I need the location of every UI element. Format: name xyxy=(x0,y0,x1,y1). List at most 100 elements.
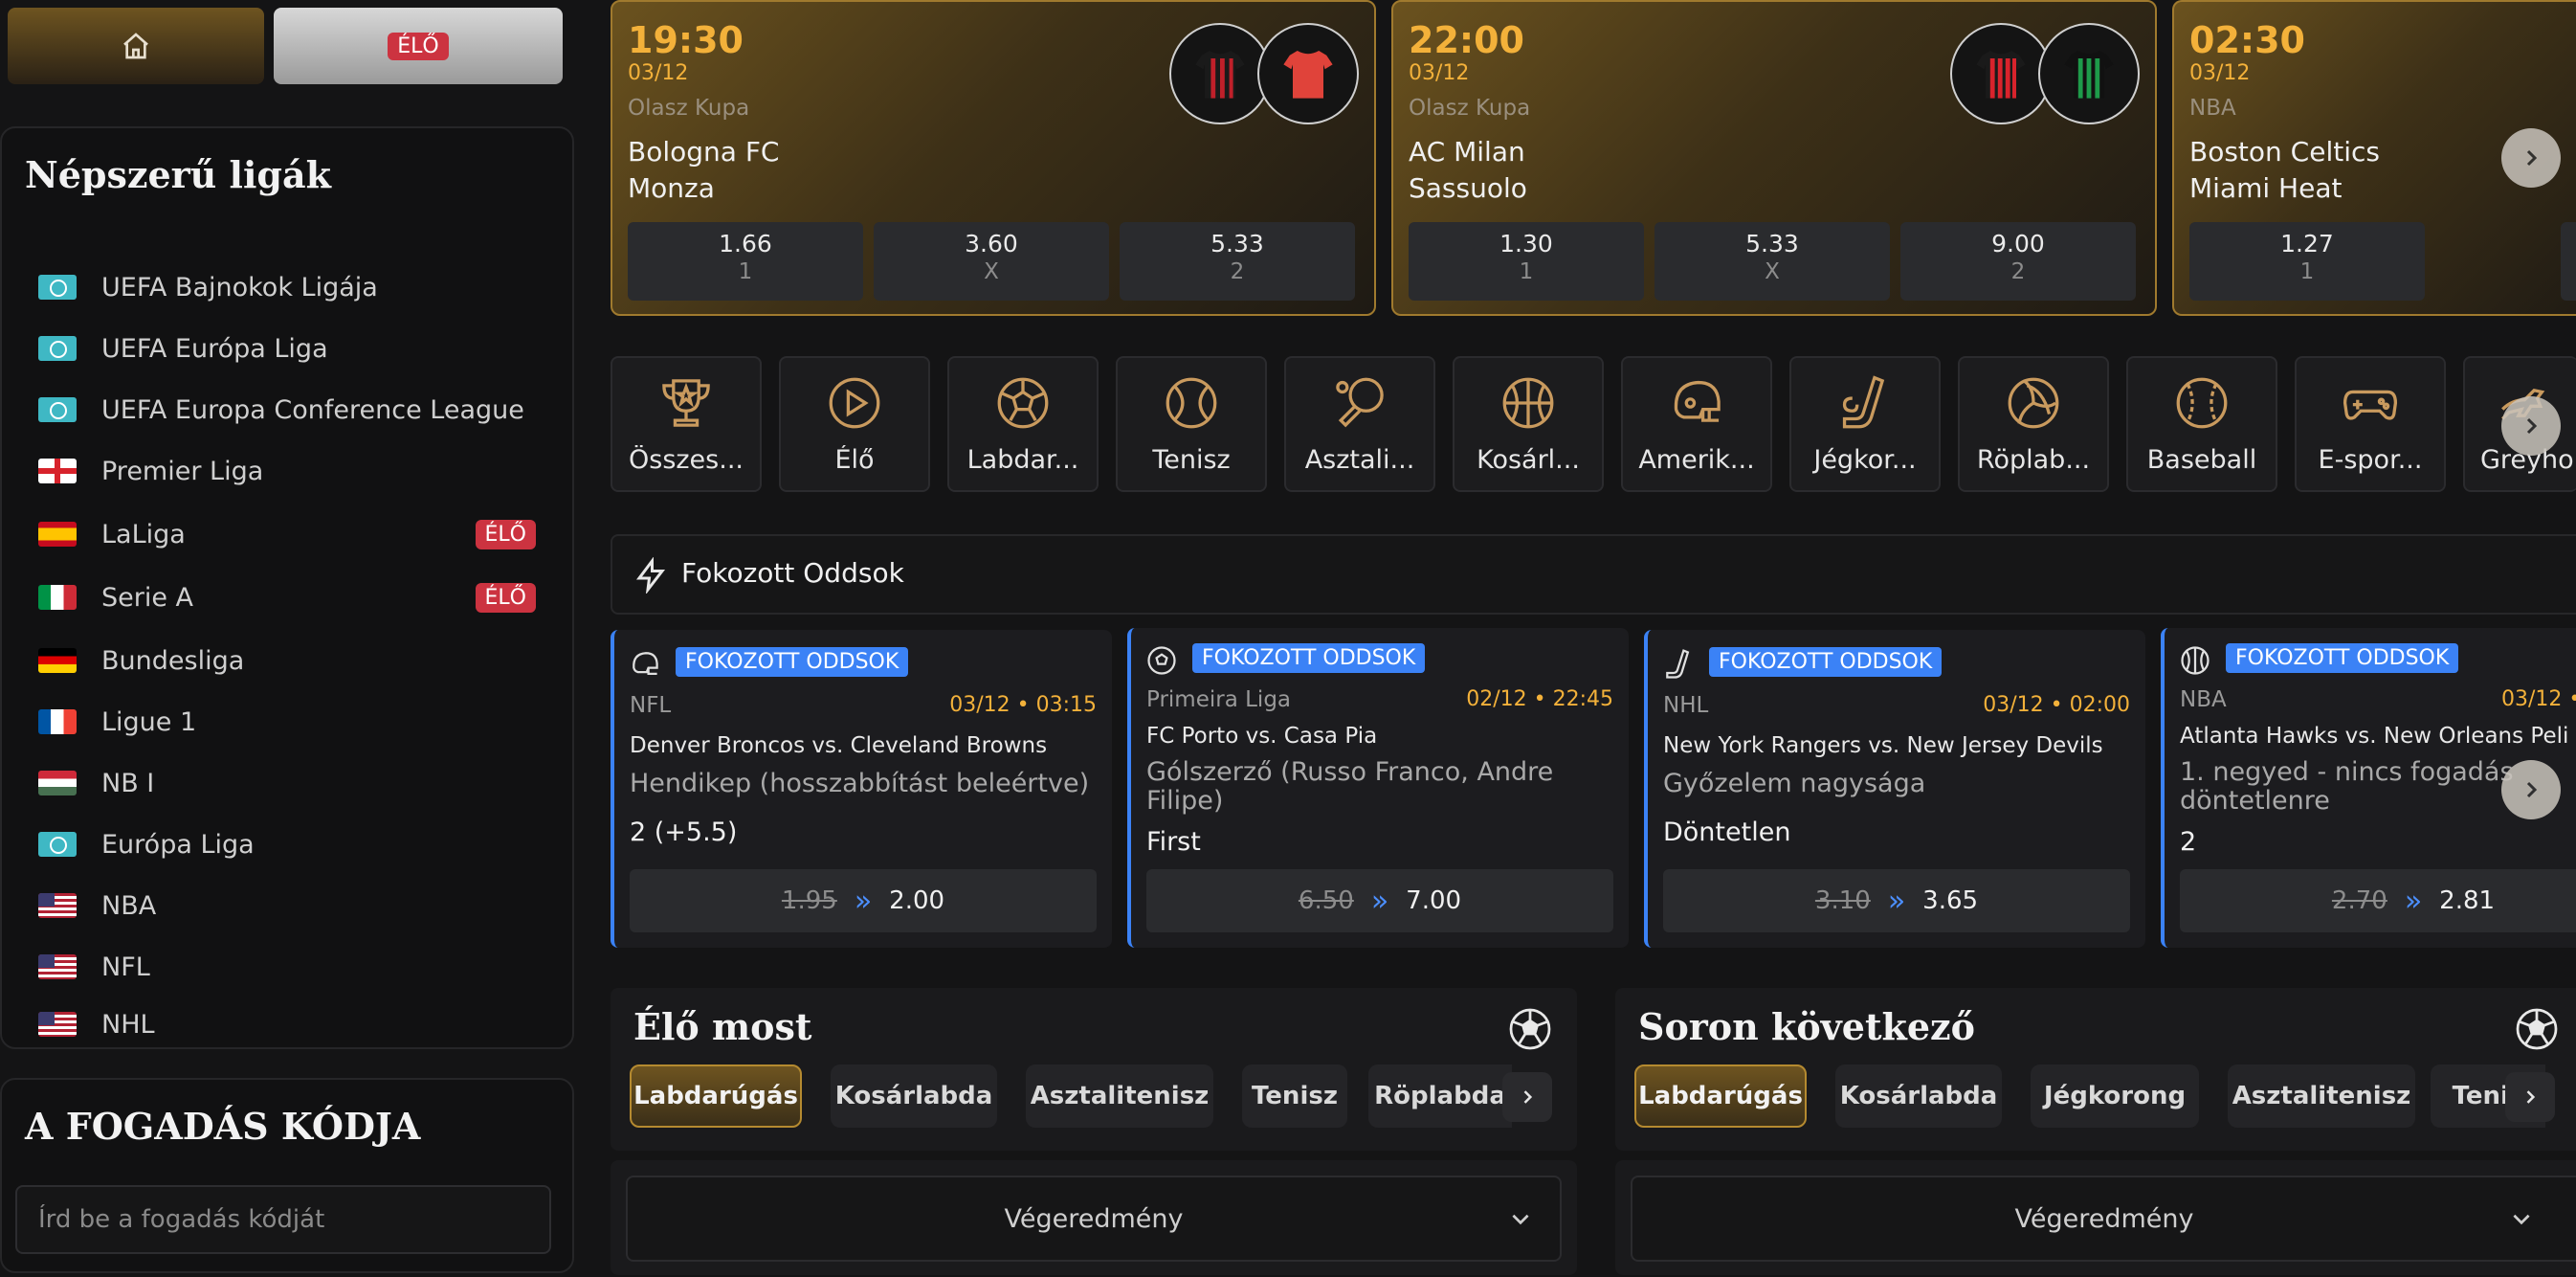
next-tabs-button[interactable] xyxy=(1502,1072,1552,1122)
chevron-down-icon xyxy=(1512,1214,1529,1225)
sport-tile-tennis[interactable]: Tenisz xyxy=(1116,356,1267,492)
old-odds: 2.70 xyxy=(2331,886,2387,915)
league-item[interactable]: Bundesliga xyxy=(38,634,536,687)
league-item[interactable]: NBA xyxy=(38,879,536,932)
spain-flag-icon xyxy=(38,522,77,547)
boosted-match: FC Porto vs. Casa Pia xyxy=(1146,724,1378,749)
football-helmet-icon xyxy=(1674,380,1721,422)
next-sports-button[interactable] xyxy=(2501,396,2561,456)
tab-table-tennis[interactable]: Asztalitenisz xyxy=(1026,1064,1213,1128)
odd-button-home[interactable]: 1.27 1 xyxy=(2189,222,2425,301)
sport-label: Élő xyxy=(834,445,875,475)
match-time: 19:30 xyxy=(628,19,744,61)
league-label: Európa Liga xyxy=(101,829,255,860)
old-odds: 1.95 xyxy=(781,886,837,915)
tab-tennis[interactable]: Tenisz xyxy=(1242,1064,1347,1128)
odd-button-home[interactable]: 1.30 1 xyxy=(1409,222,1644,301)
market-select-value: Végeredmény xyxy=(2014,1203,2194,1234)
sport-tile-esports[interactable]: E-spor... xyxy=(2295,356,2446,492)
tab-volleyball[interactable]: Röplabda xyxy=(1368,1064,1512,1128)
match-date: 03/12 xyxy=(628,61,689,85)
market-select[interactable]: Végeredmény xyxy=(1631,1176,2576,1262)
live-tab[interactable]: ÉLŐ xyxy=(274,8,563,84)
boosted-odds-header[interactable]: Fokozott Oddsok xyxy=(611,534,2576,615)
league-item[interactable]: Premier Liga xyxy=(38,444,536,498)
boosted-odds-button[interactable]: 3.10 » 3.65 xyxy=(1663,869,2130,932)
match-date: 03/12 xyxy=(2189,61,2251,85)
boosted-odds-card[interactable]: FOKOZOTT ODDSOK Primeira Liga 02/12 • 22… xyxy=(1127,628,1629,948)
double-chevron-right-icon: » xyxy=(1370,884,1389,918)
boosted-selection: 2 xyxy=(2180,827,2197,857)
league-item[interactable]: NFL xyxy=(38,940,536,994)
sport-tile-soccer[interactable]: Labdar... xyxy=(947,356,1099,492)
sport-tile-ice-hockey[interactable]: Jégkor... xyxy=(1789,356,1941,492)
sport-label: Baseball xyxy=(2146,445,2257,475)
live-now-section: Élő most Labdarúgás Kosárlabda Asztalite… xyxy=(611,988,1577,1151)
match-card[interactable]: 22:00 03/12 Olasz Kupa AC Milan Sassuolo… xyxy=(1391,0,2157,316)
league-item[interactable]: Serie A ÉLŐ xyxy=(38,571,536,624)
league-item[interactable]: NHL xyxy=(38,1001,536,1047)
sport-tile-volleyball[interactable]: Röplab... xyxy=(1958,356,2109,492)
odd-button-draw[interactable] xyxy=(2561,222,2576,301)
boosted-odds-button[interactable]: 6.50 » 7.00 xyxy=(1146,869,1613,932)
bet-code-input[interactable]: Írd be a fogadás kódját xyxy=(15,1185,551,1254)
basketball-icon xyxy=(1502,377,1554,429)
league-label: Bundesliga xyxy=(101,645,245,676)
league-item[interactable]: UEFA Európa Liga xyxy=(38,322,536,375)
sport-tile-american-football[interactable]: Amerik... xyxy=(1621,356,1772,492)
sport-tile-live[interactable]: Élő xyxy=(779,356,930,492)
league-label: NB I xyxy=(101,768,155,798)
odd-button-draw[interactable]: 5.33 X xyxy=(1654,222,1890,301)
league-item[interactable]: LaLiga ÉLŐ xyxy=(38,507,536,561)
sport-tile-basketball[interactable]: Kosárl... xyxy=(1453,356,1604,492)
match-time: 22:00 xyxy=(1409,19,1524,61)
sport-tile-table-tennis[interactable]: Asztali... xyxy=(1284,356,1435,492)
league-item[interactable]: UEFA Europa Conference League xyxy=(38,383,536,437)
market-select-value: Végeredmény xyxy=(1004,1203,1184,1234)
match-card[interactable]: 19:30 03/12 Olasz Kupa Bologna FC Monza … xyxy=(611,0,1376,316)
double-chevron-right-icon: » xyxy=(1887,884,1906,918)
odd-button-home[interactable]: 1.66 1 xyxy=(628,222,863,301)
live-badge: ÉLŐ xyxy=(475,582,536,613)
chevron-down-icon xyxy=(2513,1214,2530,1225)
match-league: NBA xyxy=(2189,96,2236,121)
live-now-market-panel: Végeredmény xyxy=(611,1160,1577,1275)
odd-button-away[interactable]: 9.00 2 xyxy=(1900,222,2136,301)
sport-tile-all[interactable]: Összes... xyxy=(611,356,762,492)
boosted-odds-button[interactable]: 2.70 » 2.81 xyxy=(2180,869,2576,932)
sport-tile-baseball[interactable]: Baseball xyxy=(2126,356,2277,492)
odd-button-draw[interactable]: 3.60 X xyxy=(874,222,1109,301)
boosted-odds-card[interactable]: FOKOZOTT ODDSOK NHL 03/12 • 02:00 New Yo… xyxy=(1644,630,2145,948)
boosted-selection: Döntetlen xyxy=(1663,818,1791,847)
boosted-tag: FOKOZOTT ODDSOK xyxy=(1192,643,1426,673)
upcoming-title: Soron következő xyxy=(1638,1005,1975,1048)
double-chevron-right-icon: » xyxy=(854,884,873,918)
globe-flag-icon xyxy=(38,397,77,422)
next-boosted-button[interactable] xyxy=(2501,760,2561,819)
boosted-match: Denver Broncos vs. Cleveland Browns xyxy=(630,733,1048,758)
sport-label: Kosárl... xyxy=(1477,445,1580,475)
league-item[interactable]: UEFA Bajnokok Ligája xyxy=(38,260,536,314)
tab-table-tennis[interactable]: Asztalitenisz xyxy=(2228,1064,2415,1128)
tab-basketball[interactable]: Kosárlabda xyxy=(831,1064,997,1128)
home-jersey-icon xyxy=(1169,23,1271,124)
tab-basketball[interactable]: Kosárlabda xyxy=(1835,1064,2002,1128)
away-team: Miami Heat xyxy=(2189,172,2343,204)
tab-soccer[interactable]: Labdarúgás xyxy=(1634,1064,1807,1128)
away-jersey-icon xyxy=(1257,23,1359,124)
market-select[interactable]: Végeredmény xyxy=(626,1176,1562,1262)
next-tabs-button[interactable] xyxy=(2505,1072,2555,1122)
hockey-stick-icon xyxy=(1666,649,1690,679)
league-item[interactable]: Európa Liga xyxy=(38,818,536,871)
soccer-ball-icon xyxy=(1509,1008,1551,1050)
home-tab[interactable] xyxy=(8,8,264,84)
new-odds: 3.65 xyxy=(1922,886,1979,915)
odd-button-away[interactable]: 5.33 2 xyxy=(1120,222,1355,301)
next-matches-button[interactable] xyxy=(2501,128,2561,188)
boosted-odds-button[interactable]: 1.95 » 2.00 xyxy=(630,869,1097,932)
boosted-odds-card[interactable]: FOKOZOTT ODDSOK NFL 03/12 • 03:15 Denver… xyxy=(611,630,1112,948)
league-item[interactable]: Ligue 1 xyxy=(38,695,536,749)
tab-ice-hockey[interactable]: Jégkorong xyxy=(2031,1064,2199,1128)
tab-soccer[interactable]: Labdarúgás xyxy=(630,1064,802,1128)
league-item[interactable]: NB I xyxy=(38,756,536,810)
